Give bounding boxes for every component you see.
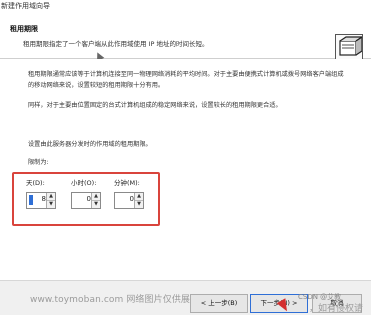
description-paragraph-3: 设置由此服务器分发时的作用域的租用期限。 bbox=[28, 141, 152, 148]
back-button[interactable]: < 上一步(B) bbox=[190, 294, 248, 313]
spin-up-icon[interactable]: ▲ bbox=[92, 193, 100, 201]
wizard-footer: www.toymoban.com 网络图片仅供展示，非 < 上一步(B) 下一步… bbox=[0, 280, 371, 315]
description-paragraph-1: 租用期限通常应该等于计算机连接至同一物理网络消耗的平均时间。对于主要由便携式计算… bbox=[28, 71, 344, 89]
header-title: 租用期限 bbox=[10, 25, 38, 33]
spin-up-icon[interactable]: ▲ bbox=[135, 193, 143, 201]
days-stepper[interactable]: 8 ▲ ▼ bbox=[26, 192, 56, 209]
hours-label: 小时(O): bbox=[71, 179, 97, 187]
limit-label: 限制为: bbox=[28, 159, 49, 166]
wizard-body: 租用期限通常应该等于计算机连接至同一物理网络消耗的平均时间。对于主要由便携式计算… bbox=[0, 59, 371, 279]
watermark-right: ，如有侵权请 bbox=[309, 304, 364, 314]
minutes-spin-arrows[interactable]: ▲ ▼ bbox=[134, 193, 143, 208]
hours-spin-arrows[interactable]: ▲ ▼ bbox=[91, 193, 100, 208]
minutes-stepper[interactable]: 0 ▲ ▼ bbox=[114, 192, 144, 209]
hours-stepper[interactable]: 0 ▲ ▼ bbox=[71, 192, 101, 209]
spin-down-icon[interactable]: ▼ bbox=[47, 201, 55, 208]
lease-duration-group: 天(D): 小时(O): 分钟(M): 8 ▲ ▼ 0 ▲ ▼ 0 ▲ ▼ bbox=[12, 172, 160, 226]
days-spin-arrows[interactable]: ▲ ▼ bbox=[46, 193, 55, 208]
days-label: 天(D): bbox=[26, 179, 45, 187]
window-title: 新建作用域向导 bbox=[1, 2, 50, 10]
wizard-header: 租用期限 租用期限指定了一个客户端从此作用域使用 IP 地址的时间长短。 bbox=[0, 14, 371, 64]
spin-up-icon[interactable]: ▲ bbox=[47, 193, 55, 201]
spin-down-icon[interactable]: ▼ bbox=[135, 201, 143, 208]
spin-down-icon[interactable]: ▼ bbox=[92, 201, 100, 208]
description-paragraph-2: 同样，对于主要由位置固定的台式计算机组成的稳定网络来说，设置较长的租用期限更合适… bbox=[28, 102, 282, 109]
text-caret bbox=[29, 195, 33, 205]
header-subtitle: 租用期限指定了一个客户端从此作用域使用 IP 地址的时间长短。 bbox=[23, 40, 209, 48]
window-titlebar: 新建作用域向导 bbox=[0, 0, 371, 14]
minutes-label: 分钟(M): bbox=[114, 179, 140, 187]
